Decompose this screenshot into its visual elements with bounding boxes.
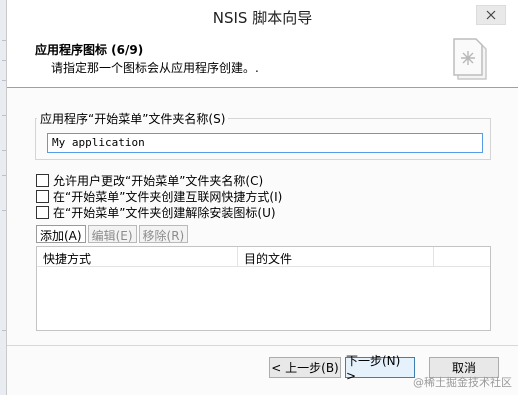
close-icon <box>486 10 496 20</box>
shortcut-list[interactable]: 快捷方式 目的文件 <box>36 246 491 331</box>
checkbox-label: 在“开始菜单”文件夹创建互联网快捷方式(I) <box>53 190 283 204</box>
add-shortcut-button[interactable]: 添加(A) <box>36 225 86 243</box>
footer-divider <box>7 345 518 346</box>
allow-change-folder-checkbox[interactable]: 允许用户更改“开始菜单”文件夹名称(C) <box>36 172 263 189</box>
checkbox-label: 允许用户更改“开始菜单”文件夹名称(C) <box>53 174 264 188</box>
next-button[interactable]: 下一步(N) > <box>345 354 415 383</box>
create-internet-shortcut-checkbox[interactable]: 在“开始菜单”文件夹创建互联网快捷方式(I) <box>36 188 282 205</box>
page-description: 请指定那一个图标会从应用程序创建。. <box>51 61 259 75</box>
watermark: @稀土掘金技术社区 <box>413 376 512 389</box>
column-header-shortcut[interactable]: 快捷方式 <box>37 247 238 266</box>
wizard-window: NSIS 脚本向导 应用程序图标 (6/9) 请指定那一个图标会从应用程序创建。… <box>6 0 518 395</box>
wizard-header: 应用程序图标 (6/9) 请指定那一个图标会从应用程序创建。. <box>7 31 518 88</box>
close-button[interactable] <box>476 5 506 25</box>
document-gear-icon <box>453 38 487 80</box>
start-menu-folder-input[interactable]: My application <box>47 133 483 153</box>
checkbox-box[interactable] <box>36 206 49 219</box>
edit-shortcut-button[interactable]: 编辑(E) <box>87 225 137 243</box>
shortcut-list-toolbar: 添加(A) 编辑(E) 移除(R) <box>36 225 190 243</box>
checkbox-label: 在“开始菜单”文件夹创建解除安装图标(U) <box>53 206 276 220</box>
start-menu-folder-label: 应用程序“开始菜单”文件夹名称(S) <box>37 110 229 127</box>
page-title: 应用程序图标 (6/9) <box>35 43 144 57</box>
window-title: NSIS 脚本向导 <box>212 9 313 27</box>
create-uninstall-icon-checkbox[interactable]: 在“开始菜单”文件夹创建解除安装图标(U) <box>36 204 276 221</box>
title-bar: NSIS 脚本向导 <box>7 0 518 31</box>
checkbox-box[interactable] <box>36 190 49 203</box>
column-header-target-file[interactable]: 目的文件 <box>238 247 434 266</box>
remove-shortcut-button[interactable]: 移除(R) <box>138 225 189 243</box>
checkbox-box[interactable] <box>36 174 49 187</box>
shortcut-list-header: 快捷方式 目的文件 <box>37 247 490 267</box>
back-button[interactable]: < 上一步(B) <box>269 357 341 378</box>
